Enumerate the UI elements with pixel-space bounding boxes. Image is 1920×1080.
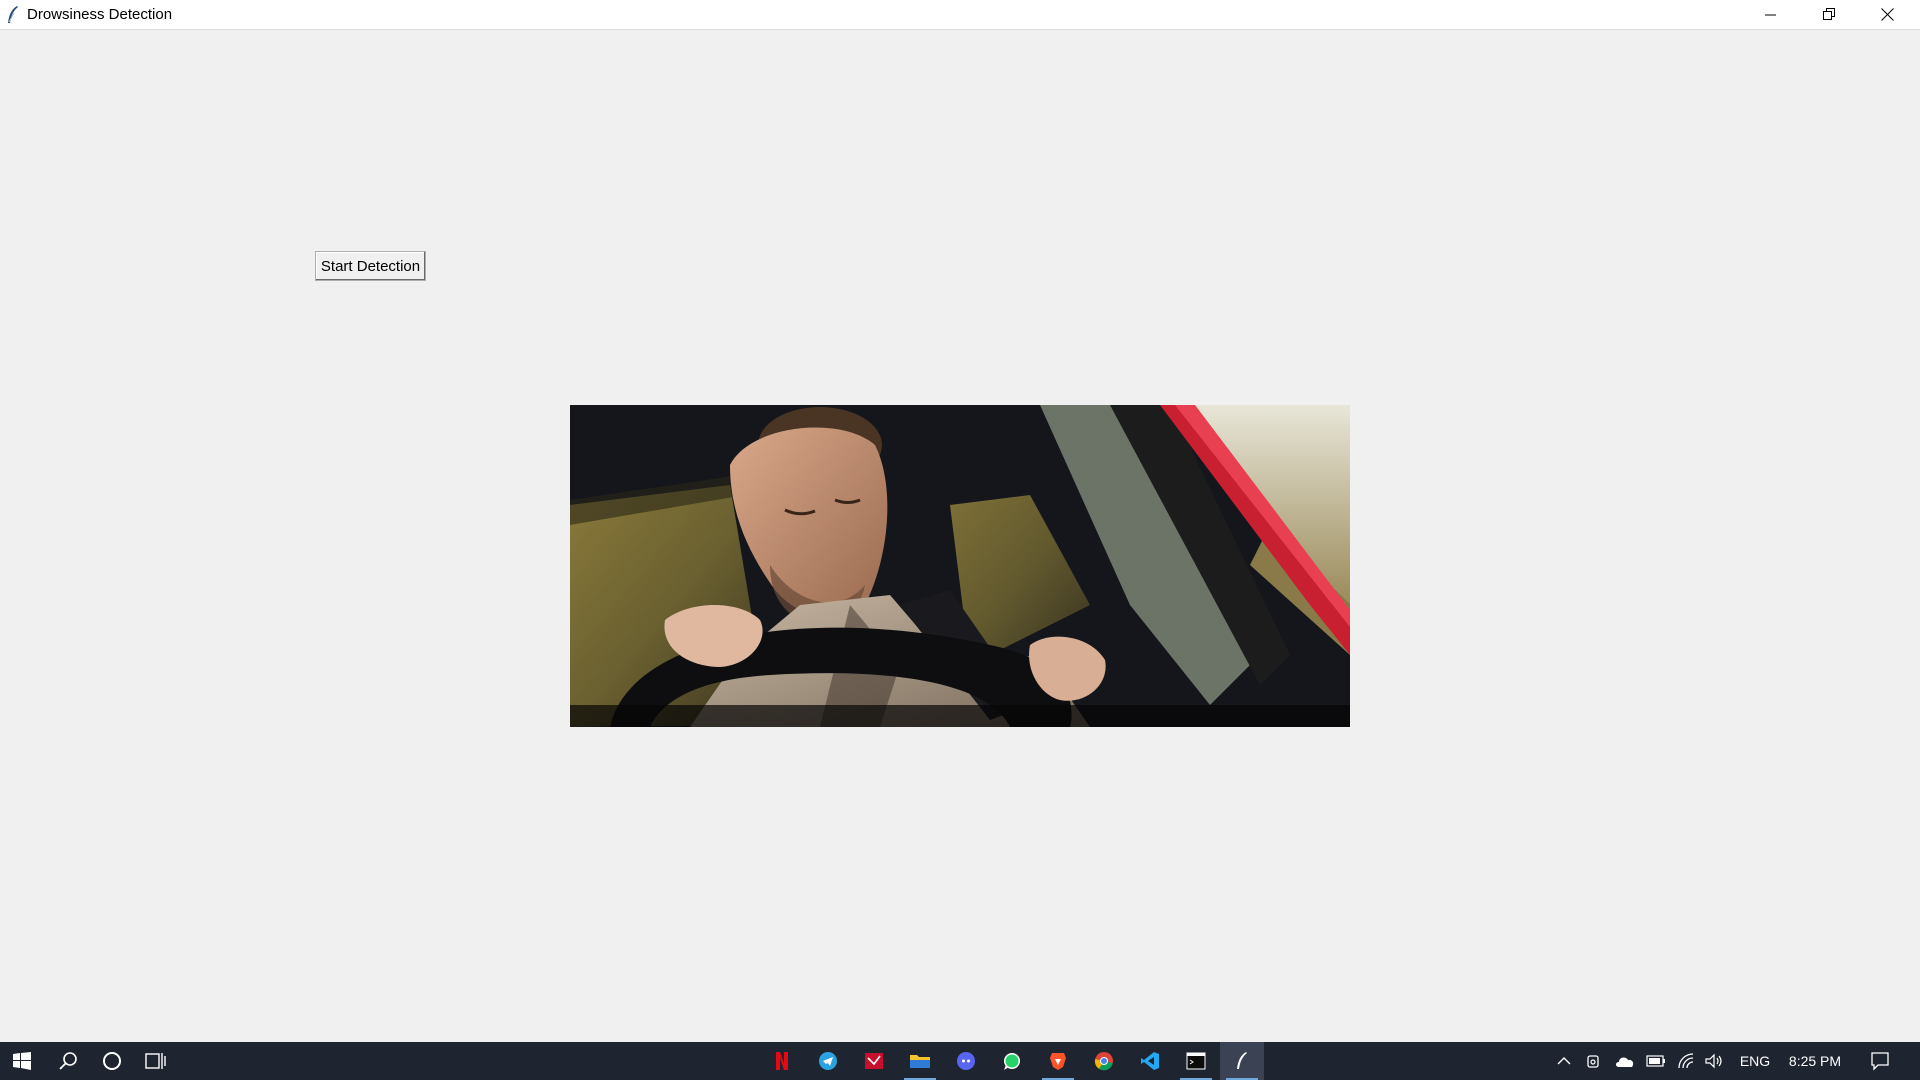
clock-time: 8:25 PM <box>1788 1053 1842 1069</box>
vscode-icon <box>1141 1052 1159 1070</box>
brave-icon <box>1050 1053 1066 1070</box>
restore-icon <box>1822 8 1835 20</box>
drowsy-driver-image <box>570 405 1350 727</box>
drowsy-driver-illustration <box>570 405 1350 727</box>
tray-volume[interactable] <box>1702 1042 1726 1080</box>
task-view-icon <box>145 1053 166 1069</box>
discord-icon <box>957 1052 975 1070</box>
tray-language[interactable]: ENG <box>1732 1042 1778 1080</box>
taskbar-app-chrome[interactable] <box>1082 1042 1126 1080</box>
tray-clock[interactable]: 8:25 PM <box>1782 1042 1848 1080</box>
camera-icon <box>1587 1055 1599 1068</box>
tray-wifi[interactable] <box>1674 1042 1698 1080</box>
search-button[interactable] <box>46 1042 90 1080</box>
window-title: Drowsiness Detection <box>27 6 173 23</box>
taskbar-app-file-explorer[interactable] <box>898 1042 942 1080</box>
tray-onedrive[interactable] <box>1612 1042 1638 1080</box>
show-hidden-icons-button[interactable] <box>1552 1042 1576 1080</box>
close-button[interactable] <box>1858 0 1916 29</box>
taskbar-app-vscode[interactable] <box>1128 1042 1172 1080</box>
action-center-button[interactable] <box>1860 1042 1900 1080</box>
windows-start-icon <box>13 1052 31 1070</box>
taskbar-app-whatsapp[interactable] <box>990 1042 1034 1080</box>
taskbar-app-brave[interactable] <box>1036 1042 1080 1080</box>
language-indicator: ENG <box>1739 1053 1771 1069</box>
netflix-icon <box>776 1052 788 1070</box>
battery-icon <box>1646 1055 1665 1067</box>
volume-icon <box>1705 1053 1722 1069</box>
cortana-icon <box>103 1052 121 1070</box>
title-bar: Drowsiness Detection <box>0 0 1920 30</box>
taskbar-app-telegram[interactable] <box>806 1042 850 1080</box>
start-detection-button[interactable]: Start Detection <box>315 251 426 281</box>
taskbar-app-mail[interactable] <box>852 1042 896 1080</box>
terminal-icon <box>1186 1052 1206 1070</box>
taskbar: ENG 8:25 PM <box>0 1042 1920 1080</box>
start-button[interactable] <box>0 1042 44 1080</box>
telegram-icon <box>819 1052 837 1070</box>
cloud-icon <box>1616 1057 1634 1067</box>
taskbar-app-terminal[interactable] <box>1174 1042 1218 1080</box>
minimize-icon <box>1765 14 1776 15</box>
chrome-icon <box>1094 1052 1113 1071</box>
taskbar-app-python-tk[interactable] <box>1220 1042 1264 1080</box>
window-client-area: Start Detection <box>0 30 1920 1042</box>
search-icon <box>59 1052 77 1070</box>
mail-icon <box>865 1053 883 1069</box>
restore-button[interactable] <box>1800 0 1858 29</box>
chevron-up-icon <box>1557 1057 1571 1065</box>
taskbar-app-netflix[interactable] <box>760 1042 804 1080</box>
minimize-button[interactable] <box>1742 0 1800 29</box>
close-icon <box>1880 8 1894 21</box>
wifi-icon <box>1678 1053 1694 1069</box>
file-explorer-icon <box>910 1055 930 1068</box>
feather-app-icon <box>8 6 18 23</box>
python-tk-icon <box>1237 1052 1247 1069</box>
notification-icon <box>1871 1052 1889 1071</box>
taskbar-app-discord[interactable] <box>944 1042 988 1080</box>
whatsapp-icon <box>1004 1053 1020 1070</box>
tray-battery[interactable] <box>1644 1042 1668 1080</box>
task-view-button[interactable] <box>134 1042 178 1080</box>
cortana-button[interactable] <box>90 1042 134 1080</box>
tray-meet-now[interactable] <box>1582 1042 1606 1080</box>
